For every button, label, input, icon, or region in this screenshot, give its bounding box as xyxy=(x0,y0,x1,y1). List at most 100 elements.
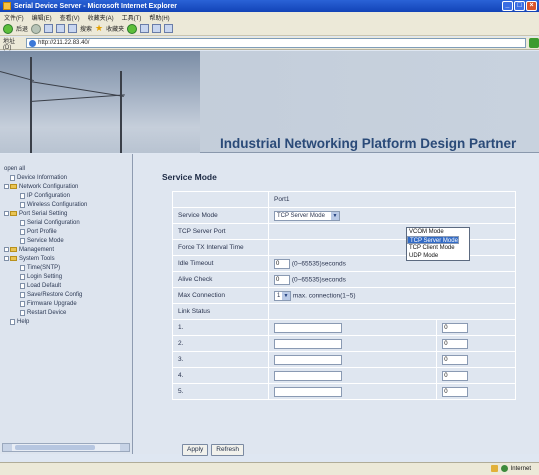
window-title-bar: Serial Device Server - Microsoft Interne… xyxy=(0,0,539,12)
max-connection-value: 1 xyxy=(277,292,281,299)
nav-ip-configuration[interactable]: IP Configuration xyxy=(4,191,132,200)
scroll-thumb[interactable] xyxy=(15,445,95,450)
nav-system-tools[interactable]: System Tools xyxy=(4,254,132,263)
alive-check-input[interactable]: 0 xyxy=(274,274,290,285)
nav-login-setting[interactable]: Login Setting xyxy=(4,272,132,281)
print-icon[interactable] xyxy=(164,24,174,33)
home-icon[interactable] xyxy=(68,24,78,33)
page-icon xyxy=(20,309,25,316)
nav-label[interactable]: Login Setting xyxy=(27,274,62,280)
maximize-button[interactable]: □ xyxy=(514,1,525,11)
nav-label[interactable]: Management xyxy=(19,247,54,253)
alive-check-label: Alive Check xyxy=(172,271,269,288)
nav-device-information[interactable]: Device Information xyxy=(4,173,132,182)
nav-label[interactable]: Port Profile xyxy=(27,229,57,235)
nav-label[interactable]: Network Configuration xyxy=(19,184,78,190)
apply-button[interactable]: Apply xyxy=(182,444,209,456)
nav-management[interactable]: Management xyxy=(4,245,132,254)
media-icon[interactable] xyxy=(127,23,138,34)
chevron-down-icon[interactable]: ▼ xyxy=(331,211,339,220)
favorites-icon[interactable]: ★ xyxy=(95,23,103,34)
nav-port-serial-setting[interactable]: Port Serial Setting xyxy=(4,209,132,218)
menu-view[interactable]: 查看(V) xyxy=(60,13,80,22)
search-label[interactable]: 搜索 xyxy=(80,24,92,33)
nav-load-default[interactable]: Load Default xyxy=(4,281,132,290)
forward-icon[interactable] xyxy=(31,23,42,34)
page-icon xyxy=(20,237,25,244)
page-icon xyxy=(20,264,25,271)
nav-port-profile[interactable]: Port Profile xyxy=(4,227,132,236)
nav-help[interactable]: Help xyxy=(4,317,132,326)
nav-horizontal-scrollbar[interactable] xyxy=(2,443,130,452)
link-status-field: 0 xyxy=(442,322,469,333)
favorites-label[interactable]: 收藏夹 xyxy=(106,24,124,33)
scroll-right-icon[interactable] xyxy=(120,444,129,451)
chevron-down-icon[interactable]: ▼ xyxy=(282,291,290,300)
nav-open-all[interactable]: open all xyxy=(4,164,132,173)
max-connection-select[interactable]: 1 ▼ xyxy=(274,290,291,301)
page-icon xyxy=(10,318,15,325)
nav-serial-configuration[interactable]: Serial Configuration xyxy=(4,218,132,227)
link-row-number: 5. xyxy=(172,383,269,400)
nav-label[interactable]: Service Mode xyxy=(27,238,64,244)
nav-time-sntp[interactable]: Time(SNTP) xyxy=(4,263,132,272)
page-icon xyxy=(29,39,37,47)
idle-timeout-input[interactable]: 0 xyxy=(274,258,290,269)
nav-restart-device[interactable]: Restart Device xyxy=(4,308,132,317)
nav-label[interactable]: Wireless Configuration xyxy=(27,202,87,208)
nav-label[interactable]: IP Configuration xyxy=(27,193,70,199)
expand-icon[interactable] xyxy=(4,247,9,252)
collapse-icon[interactable] xyxy=(4,211,9,216)
nav-network-configuration[interactable]: Network Configuration xyxy=(4,182,132,191)
back-label[interactable]: 后退 xyxy=(16,24,28,33)
nav-label[interactable]: Serial Configuration xyxy=(27,220,80,226)
stop-icon[interactable] xyxy=(44,24,54,33)
nav-label[interactable]: System Tools xyxy=(19,256,55,262)
service-mode-dropdown-list[interactable]: VCOM Mode TCP Server Mode TCP Client Mod… xyxy=(406,227,470,261)
page-header-title: Industrial Networking Platform Design Pa… xyxy=(220,136,517,151)
folder-icon xyxy=(10,184,17,189)
page-icon xyxy=(20,192,25,199)
close-button[interactable]: × xyxy=(526,1,537,11)
menu-help[interactable]: 帮助(H) xyxy=(149,13,169,22)
page-title: Service Mode xyxy=(162,172,217,182)
menu-edit[interactable]: 编辑(E) xyxy=(32,13,52,22)
menu-file[interactable]: 文件(F) xyxy=(4,13,24,22)
dropdown-option-vcom[interactable]: VCOM Mode xyxy=(407,228,469,236)
scroll-left-icon[interactable] xyxy=(3,444,12,451)
menu-tools[interactable]: 工具(T) xyxy=(122,13,142,22)
nav-label[interactable]: Load Default xyxy=(27,283,61,289)
nav-label[interactable]: Firmware Upgrade xyxy=(27,301,77,307)
nav-label[interactable]: Restart Device xyxy=(27,310,66,316)
minimize-button[interactable]: _ xyxy=(502,1,513,11)
folder-icon xyxy=(10,256,17,261)
back-icon[interactable] xyxy=(3,23,13,34)
dropdown-option-tcp-client[interactable]: TCP Client Mode xyxy=(407,244,469,252)
dropdown-option-tcp-server[interactable]: TCP Server Mode xyxy=(407,236,459,244)
nav-save-restore-config[interactable]: Save/Restore Config xyxy=(4,290,132,299)
table-row: Alive Check 0 (0~65535)seconds xyxy=(172,271,516,288)
nav-service-mode[interactable]: Service Mode xyxy=(4,236,132,245)
page-icon xyxy=(20,201,25,208)
zone-label: Internet xyxy=(510,465,531,472)
collapse-icon[interactable] xyxy=(4,184,9,189)
nav-label[interactable]: Help xyxy=(17,319,29,325)
history-icon[interactable] xyxy=(140,24,150,33)
address-input[interactable]: http://211.22.83.40/ xyxy=(26,38,527,48)
nav-label[interactable]: Time(SNTP) xyxy=(27,265,60,271)
nav-label[interactable]: Device Information xyxy=(17,175,67,181)
collapse-icon[interactable] xyxy=(4,256,9,261)
nav-label[interactable]: Port Serial Setting xyxy=(19,211,67,217)
menu-favorites[interactable]: 收藏夹(A) xyxy=(88,13,114,22)
refresh-icon[interactable] xyxy=(56,24,66,33)
nav-firmware-upgrade[interactable]: Firmware Upgrade xyxy=(4,299,132,308)
service-mode-select[interactable]: TCP Server Mode ▼ xyxy=(274,210,340,221)
refresh-button[interactable]: Refresh xyxy=(211,444,245,456)
nav-label[interactable]: open all xyxy=(4,166,25,172)
dropdown-option-udp[interactable]: UDP Mode xyxy=(407,252,469,260)
link-ip-field xyxy=(274,386,342,397)
nav-label[interactable]: Save/Restore Config xyxy=(27,292,82,298)
go-icon[interactable] xyxy=(529,38,539,48)
nav-wireless-configuration[interactable]: Wireless Configuration xyxy=(4,200,132,209)
mail-icon[interactable] xyxy=(152,24,162,33)
